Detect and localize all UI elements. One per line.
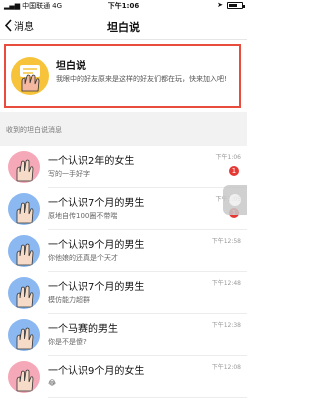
status-bar: ▂▄▆ 中国联通 4G 下午1:06 ➤ — [0, 0, 247, 13]
message-subtitle: 写的一手好字 — [48, 170, 90, 178]
message-title: 一个认识9个月的男生 — [48, 240, 145, 251]
section-label: 收到的坦白说消息 — [6, 126, 62, 134]
promo-card[interactable]: 坦白说 我眼中的好友原来是这样的好友们都在玩，快来加入吧! — [4, 44, 241, 108]
hand-gesture-icon — [8, 193, 40, 225]
battery-icon — [227, 2, 245, 9]
message-row[interactable]: 一个马赛的男生 你是不是傻? 下午12:38 — [0, 314, 247, 356]
message-time: 下午1:06 — [215, 154, 241, 161]
message-time: 下午12:08 — [211, 364, 241, 371]
message-title: 一个认识7个月的男生 — [48, 282, 145, 293]
message-row[interactable]: 一个认识2年的女生 写的一手好字 下午1:06 1 — [0, 146, 247, 188]
message-title: 一个马赛的男生 — [48, 324, 118, 335]
assistive-touch-button[interactable] — [223, 185, 247, 215]
message-subtitle: 你他娘的还真是个天才 — [48, 254, 118, 262]
hand-gesture-icon — [8, 319, 40, 351]
promo-name: 坦白说 — [56, 61, 86, 72]
message-time: 下午12:48 — [211, 280, 241, 287]
message-title: 一个认识2年的女生 — [48, 156, 135, 167]
hand-gesture-icon — [8, 277, 40, 309]
message-time: 下午12:58 — [211, 238, 241, 245]
hand-gesture-icon — [8, 361, 40, 393]
message-subtitle: 原地自传100圈不带喘 — [48, 212, 118, 220]
location-icon: ➤ — [217, 1, 223, 9]
app-logo-icon — [11, 57, 49, 95]
page-title: 坦白说 — [107, 21, 140, 34]
nav-bar: 消息 坦白说 — [0, 13, 247, 40]
message-time: 下午12:38 — [211, 322, 241, 329]
row-divider — [48, 397, 247, 398]
message-subtitle: 模仿能力超群 — [48, 296, 90, 304]
message-subtitle: 😂 — [48, 379, 57, 387]
message-subtitle: 你是不是傻? — [48, 338, 87, 346]
message-row[interactable]: 一个认识7个月的男生 模仿能力超群 下午12:48 — [0, 272, 247, 314]
hand-gesture-icon — [8, 235, 40, 267]
hand-gesture-icon — [8, 151, 40, 183]
unread-badge: 1 — [229, 166, 239, 176]
message-row[interactable]: 一个认识9个月的男生 你他娘的还真是个天才 下午12:58 — [0, 230, 247, 272]
promo-description: 我眼中的好友原来是这样的好友们都在玩，快来加入吧! — [56, 75, 227, 83]
clock: 下午1:06 — [107, 2, 140, 10]
message-title: 一个认识9个月的女生 — [48, 366, 145, 377]
message-row[interactable]: 一个认识7个月的男生原地自传100圈不带喘下午1:051 — [0, 188, 247, 230]
message-title: 一个认识7个月的男生 — [48, 198, 145, 209]
message-row[interactable]: 一个认识9个月的女生 😂 下午12:08 — [0, 356, 247, 398]
